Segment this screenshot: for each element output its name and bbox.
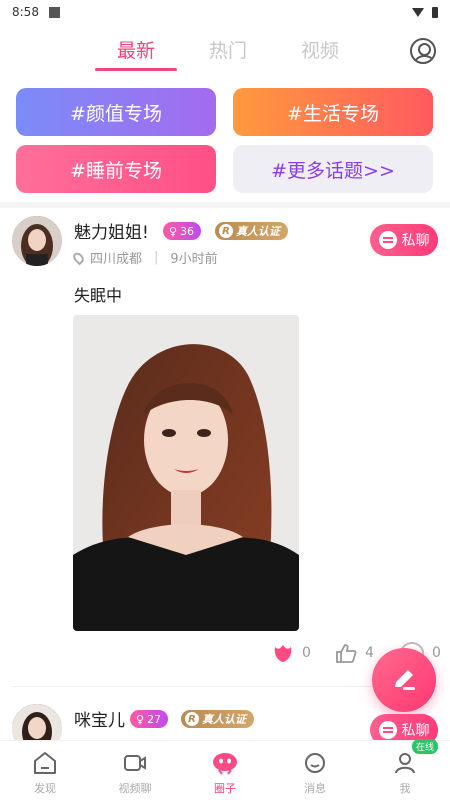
like-count: 4 (365, 645, 374, 661)
circle-icon (213, 753, 237, 775)
battery-icon (432, 6, 438, 18)
tab-latest[interactable]: 最新 (90, 36, 182, 71)
status-time: 8:58 (12, 5, 39, 19)
comment-count: 0 (432, 645, 441, 661)
thumb-up-icon (336, 644, 357, 663)
private-chat-label: 私聊 (401, 233, 430, 249)
topic-grid: #颜值专场 #生活专场 #睡前专场 #更多话题>> (16, 88, 434, 193)
level-badge: ♀ 36 (163, 222, 202, 240)
online-badge: 在线 (412, 739, 439, 754)
level-value: 27 (147, 712, 162, 726)
nav-circle[interactable]: 圈子 (180, 741, 270, 800)
private-chat-label: 私聊 (401, 723, 430, 739)
private-chat-button[interactable]: 私聊 (370, 224, 438, 256)
compose-post-button[interactable] (372, 648, 436, 712)
post-meta: 四川成都 | 9小时前 (71, 248, 218, 267)
location-icon (71, 250, 86, 265)
section-divider (0, 202, 450, 208)
female-icon: ♀ (136, 712, 145, 726)
user-profile-icon[interactable] (410, 38, 436, 64)
pencil-icon (395, 670, 415, 690)
topic-more-button[interactable]: #更多话题>> (233, 145, 433, 193)
post-text: 失眠中 (74, 286, 123, 305)
username[interactable]: 魅力姐姐! (74, 218, 149, 243)
meta-separator: | (154, 250, 159, 265)
level-badge: ♀ 27 (130, 710, 169, 728)
chat-icon (378, 231, 397, 249)
tab-hot[interactable]: 热门 (182, 36, 274, 71)
status-bar: 8:58 (0, 0, 450, 24)
topic-beauty-button[interactable]: #颜值专场 (16, 88, 216, 136)
wifi-icon (412, 7, 424, 17)
chat-icon (378, 721, 397, 739)
verified-label: 真人认证 (202, 713, 246, 726)
female-icon: ♀ (169, 224, 178, 238)
verified-badge: R 真人认证 (215, 222, 288, 240)
nav-label: 发现 (34, 782, 56, 795)
location: 四川成都 (90, 252, 143, 267)
post-photo[interactable] (73, 315, 299, 631)
flower-icon (274, 645, 292, 662)
nav-video-chat[interactable]: 视频聊 (90, 741, 180, 800)
nav-messages[interactable]: 消息 (270, 741, 360, 800)
top-tabs: 最新 热门 视频 (90, 36, 366, 71)
nav-label: 消息 (304, 782, 326, 795)
username[interactable]: 咪宝儿 (74, 706, 125, 731)
nav-discover[interactable]: 发现 (0, 741, 90, 800)
tab-video[interactable]: 视频 (274, 36, 366, 71)
nav-label: 圈子 (214, 782, 236, 795)
flower-button[interactable]: 0 (272, 642, 311, 664)
verified-label: 真人认证 (236, 225, 280, 238)
message-icon (305, 753, 325, 773)
topic-life-button[interactable]: #生活专场 (233, 88, 433, 136)
verified-icon: R (185, 712, 199, 726)
flower-count: 0 (302, 645, 311, 661)
person-icon (395, 753, 415, 774)
verified-badge: R 真人认证 (181, 710, 254, 728)
notification-icon (48, 6, 60, 18)
avatar[interactable] (12, 216, 62, 266)
time-ago: 9小时前 (170, 252, 218, 267)
nav-label: 视频聊 (118, 782, 152, 795)
home-icon (34, 752, 56, 774)
bottom-nav: 发现 视频聊 圈子 消息 在线 我 (0, 739, 450, 800)
level-value: 36 (180, 224, 195, 238)
verified-icon: R (219, 224, 233, 238)
video-icon (124, 755, 146, 771)
nav-me[interactable]: 在线 我 (360, 739, 450, 800)
nav-label: 我 (399, 782, 411, 795)
topic-bedtime-button[interactable]: #睡前专场 (16, 145, 216, 193)
like-button[interactable]: 4 (335, 642, 374, 664)
